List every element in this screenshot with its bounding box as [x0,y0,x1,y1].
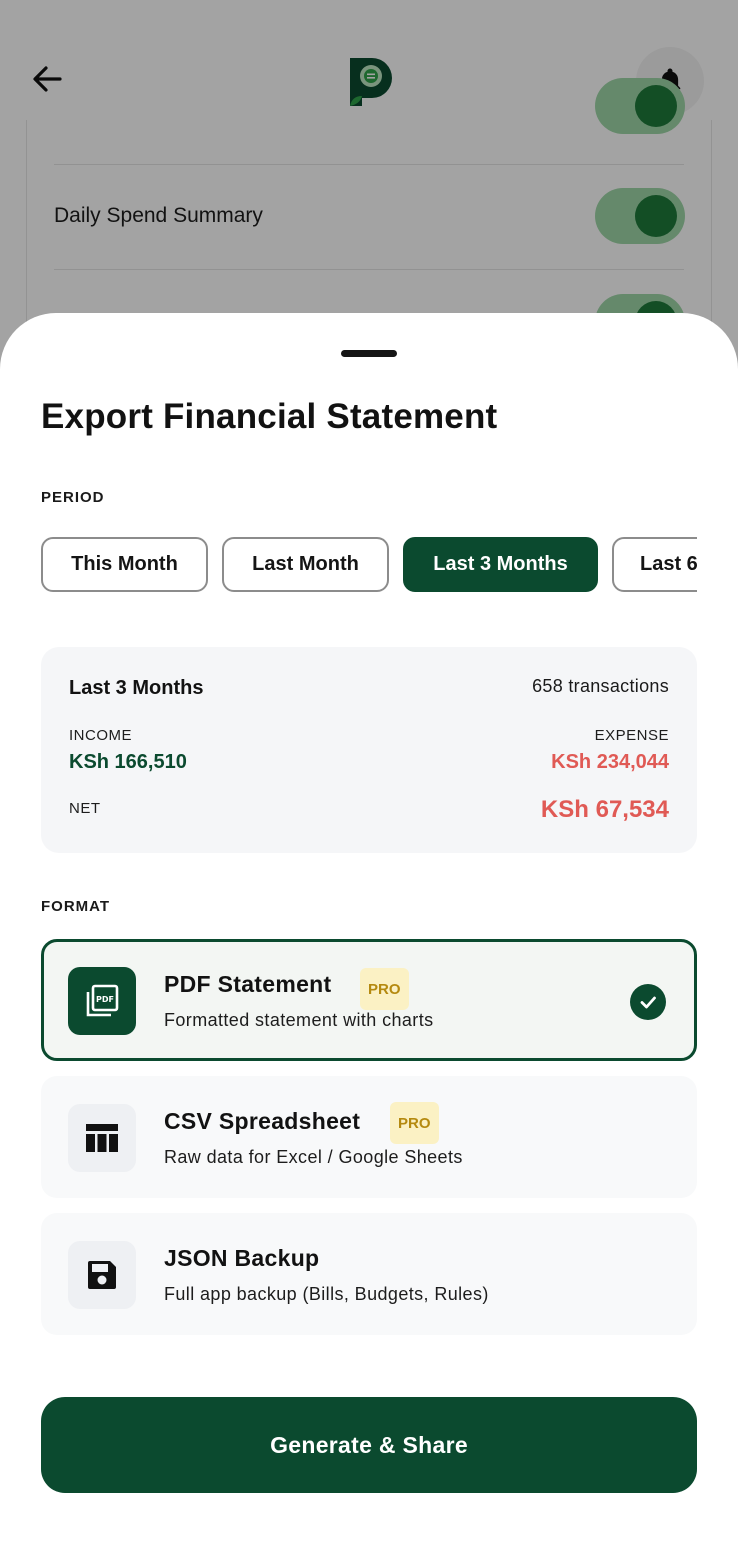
pro-badge: PRO [390,1102,439,1144]
format-title: PDF Statement [164,971,332,997]
pro-badge: PRO [360,968,409,1010]
chip-last-3-months[interactable]: Last 3 Months [403,537,598,592]
format-title: CSV Spreadsheet [164,1108,361,1134]
save-icon [68,1241,136,1309]
expense-label: EXPENSE [594,727,669,744]
format-section-label: FORMAT [41,898,111,915]
net-label: NET [69,800,101,817]
income-value: KSh 166,510 [69,751,187,773]
transaction-count: 658 transactions [532,676,669,696]
check-circle-icon [630,984,666,1020]
export-bottom-sheet: Export Financial Statement PERIOD This M… [0,313,738,1547]
format-option-csv[interactable]: CSV Spreadsheet PRO Raw data for Excel /… [41,1076,697,1198]
generate-share-button[interactable]: Generate & Share [41,1397,697,1493]
sheet-title: Export Financial Statement [41,397,498,436]
format-option-pdf[interactable]: PDF PDF Statement PRO Formatted statemen… [41,939,697,1061]
chip-last-month[interactable]: Last Month [222,537,389,592]
format-subtitle: Raw data for Excel / Google Sheets [164,1147,463,1167]
income-label: INCOME [69,727,132,744]
table-icon [68,1104,136,1172]
chip-this-month[interactable]: This Month [41,537,208,592]
svg-text:PDF: PDF [96,995,114,1004]
period-section-label: PERIOD [41,489,105,506]
period-chip-group: This Month Last Month Last 3 Months Last… [41,537,697,593]
period-summary-card: Last 3 Months 658 transactions INCOME KS… [41,647,697,853]
expense-value: KSh 234,044 [551,751,669,773]
format-subtitle: Formatted statement with charts [164,1010,434,1030]
chip-last-6-months[interactable]: Last 6 [612,537,697,592]
format-option-json[interactable]: JSON Backup Full app backup (Bills, Budg… [41,1213,697,1335]
pdf-icon: PDF [68,967,136,1035]
format-title: JSON Backup [164,1245,320,1271]
summary-period: Last 3 Months [69,677,204,699]
format-subtitle: Full app backup (Bills, Budgets, Rules) [164,1284,489,1304]
net-value: KSh 67,534 [540,796,669,823]
drag-handle[interactable] [341,350,397,357]
